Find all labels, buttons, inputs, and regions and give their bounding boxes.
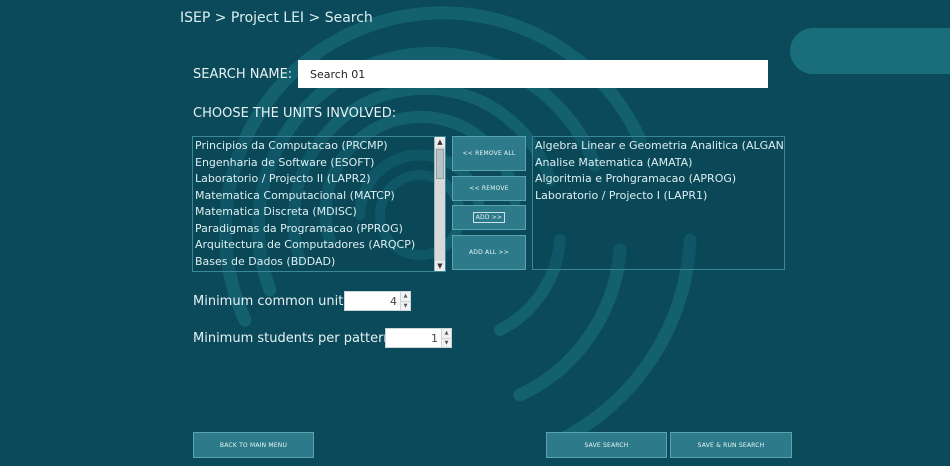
stepper-down-icon[interactable]: ▼ [401,300,410,310]
units-heading: CHOOSE THE UNITS INVOLVED: [193,106,397,121]
save-search-button[interactable]: SAVE SEARCH [546,432,667,458]
min-common-units-stepper[interactable]: 4 ▲ ▼ [344,291,411,311]
list-item[interactable]: Laboratorio / Projecto I (LAPR1) [533,188,784,205]
min-students-label: Minimum students per pattern: [193,331,396,346]
scroll-down-arrow-icon[interactable]: ▼ [435,261,445,271]
remove-button[interactable]: << REMOVE [452,176,526,201]
list-scrollbar[interactable]: ▲ ▼ [434,137,445,271]
min-common-units-value[interactable]: 4 [390,295,400,308]
save-and-run-search-button[interactable]: SAVE & RUN SEARCH [670,432,792,458]
list-item[interactable]: Arquitectura de Computadores (ARQCP) [193,237,445,254]
remove-all-button[interactable]: << REMOVE ALL [452,136,526,171]
stepper-up-icon[interactable]: ▲ [442,329,451,338]
back-to-main-menu-button[interactable]: BACK TO MAIN MENU [193,432,314,458]
scroll-up-arrow-icon[interactable]: ▲ [435,137,445,147]
list-item[interactable]: Laboratorio / Projecto II (LAPR2) [193,171,445,188]
list-item[interactable]: Algoritmia e Prohgramacao (APROG) [533,171,784,188]
min-students-value[interactable]: 1 [431,332,441,345]
search-name-label: SEARCH NAME: [193,67,293,82]
list-item[interactable]: Paradigmas da Programacao (PPROG) [193,221,445,238]
list-item[interactable]: Matematica Discreta (MDISC) [193,204,445,221]
breadcrumb: ISEP > Project LEI > Search [180,10,373,26]
available-units-list[interactable]: Principios da Computacao (PRCMP) Engenha… [192,136,446,272]
scrollbar-thumb[interactable] [436,149,444,179]
list-item[interactable]: Algebra Linear e Geometria Analitica (AL… [533,138,784,155]
list-item[interactable]: Bases de Dados (BDDAD) [193,254,445,271]
min-students-stepper[interactable]: 1 ▲ ▼ [385,328,452,348]
add-all-button[interactable]: ADD ALL >> [452,235,526,270]
stepper-down-icon[interactable]: ▼ [442,337,451,347]
list-item[interactable]: Analise Matematica (AMATA) [533,155,784,172]
search-name-input[interactable] [298,60,768,88]
add-button[interactable]: ADD >> [452,205,526,230]
min-common-units-label: Minimum common units: [193,294,355,309]
list-item[interactable]: Matematica Computacional (MATCP) [193,188,445,205]
list-item[interactable]: Principios da Computacao (PRCMP) [193,138,445,155]
list-item[interactable]: Engenharia de Software (ESOFT) [193,155,445,172]
stepper-up-icon[interactable]: ▲ [401,292,410,301]
add-button-label: ADD >> [472,212,506,223]
selected-units-list[interactable]: Algebra Linear e Geometria Analitica (AL… [532,136,785,270]
